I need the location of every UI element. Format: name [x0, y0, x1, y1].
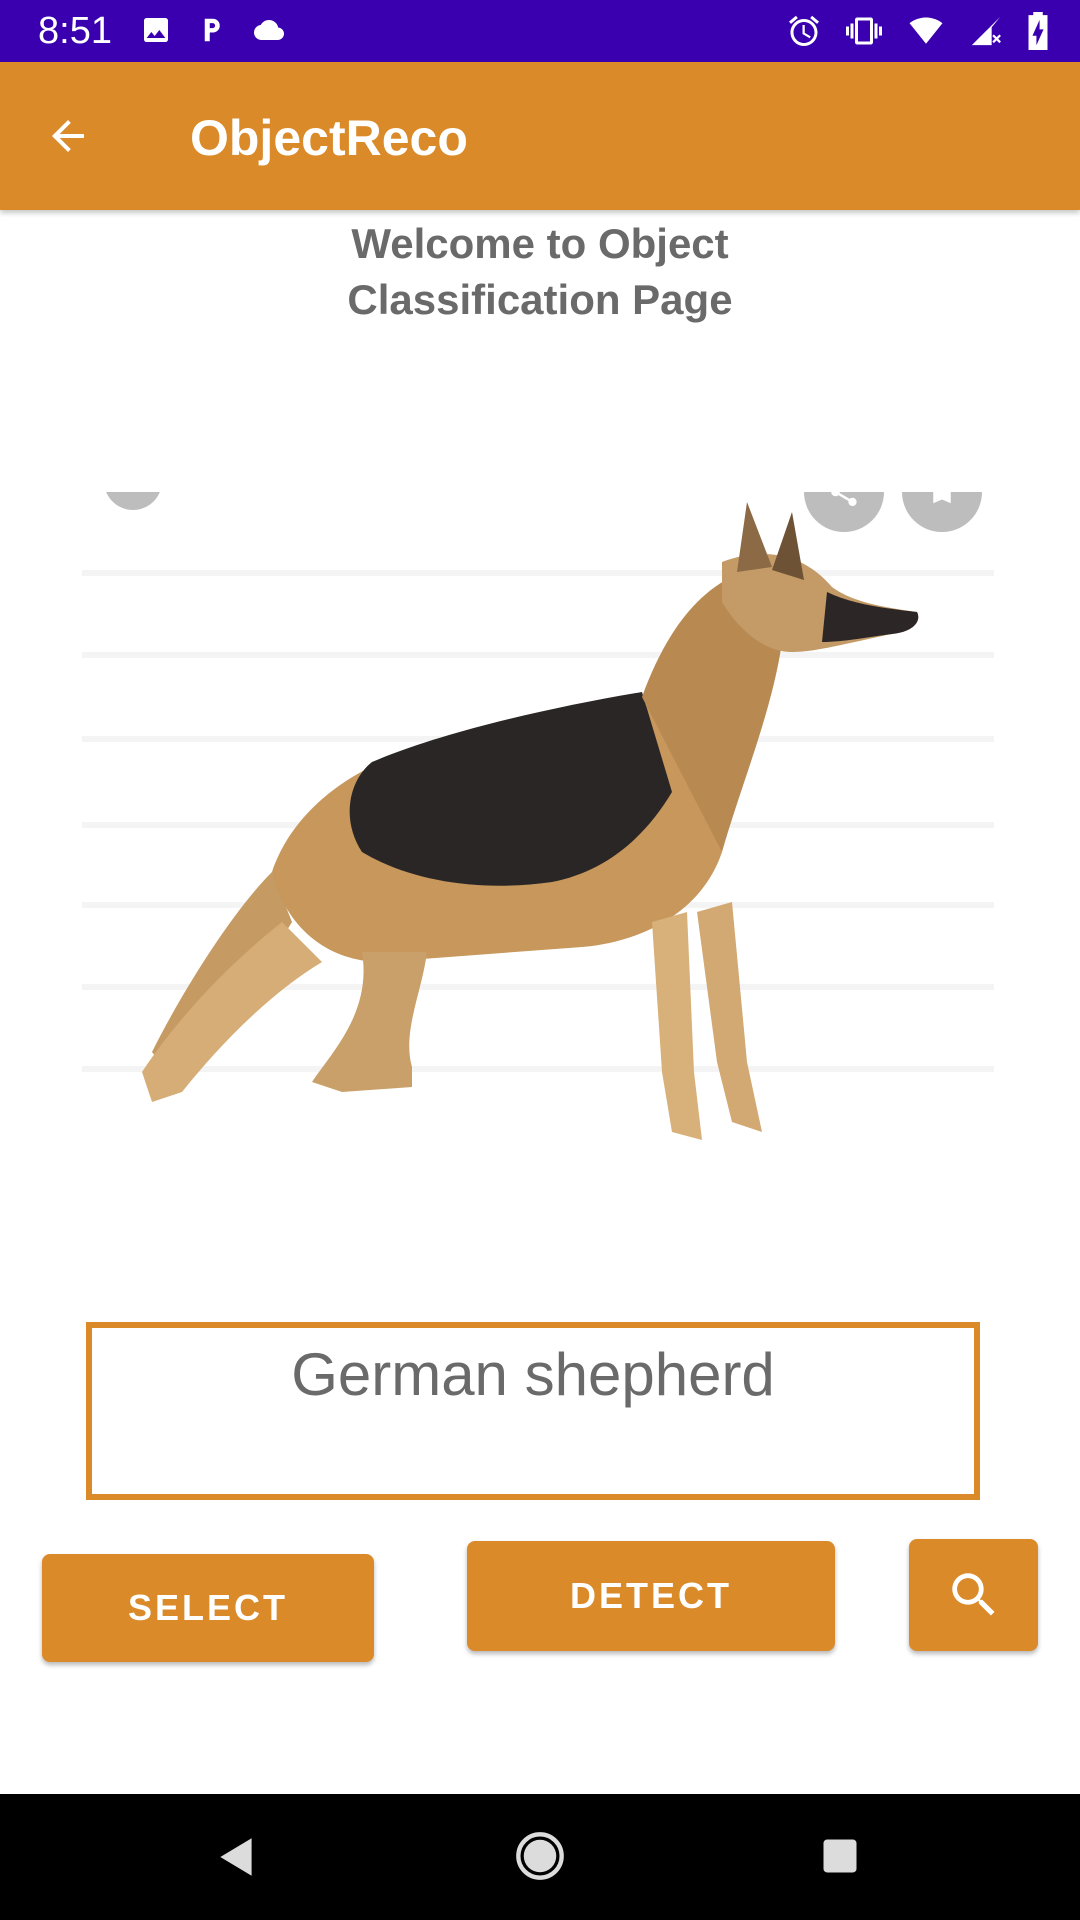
back-button[interactable] [44, 112, 104, 162]
arrow-back-icon [52, 120, 84, 152]
parking-p-icon [204, 18, 220, 42]
select-button[interactable]: SELECT [42, 1554, 374, 1662]
share-icon [831, 492, 857, 507]
status-time: 8:51 [38, 10, 112, 52]
detect-button[interactable]: DETECT [467, 1541, 835, 1651]
signal-icon [971, 16, 1001, 46]
battery-charging-icon [1028, 12, 1048, 50]
dog-illustration [82, 502, 994, 1140]
search-icon [951, 1573, 995, 1616]
bookmark-icon [933, 492, 951, 504]
wifi-icon [909, 17, 943, 44]
app-title: ObjectReco [190, 110, 468, 166]
cloud-icon [254, 20, 284, 40]
welcome-line-1: Welcome to Object [351, 220, 729, 267]
welcome-heading: Welcome to Object Classification Page [0, 216, 1080, 328]
alarm-icon [789, 15, 819, 46]
search-button[interactable] [909, 1539, 1038, 1651]
nav-back-icon[interactable] [212, 1832, 262, 1882]
welcome-line-2: Classification Page [347, 276, 733, 323]
navigation-bar [0, 1794, 1080, 1920]
status-right-icons [786, 12, 1050, 50]
image-icon [144, 18, 168, 42]
nav-home-icon[interactable] [514, 1830, 566, 1882]
close-icon [119, 492, 147, 495]
result-text: German shepherd [291, 1341, 775, 1408]
selected-image[interactable] [82, 492, 994, 1172]
status-bar: 8:51 [0, 0, 1080, 62]
nav-recent-icon[interactable] [818, 1834, 862, 1878]
result-box: German shepherd [86, 1322, 980, 1500]
status-left-icons [140, 14, 288, 46]
app-bar: ObjectReco [0, 62, 1080, 210]
vibrate-icon [846, 17, 882, 45]
